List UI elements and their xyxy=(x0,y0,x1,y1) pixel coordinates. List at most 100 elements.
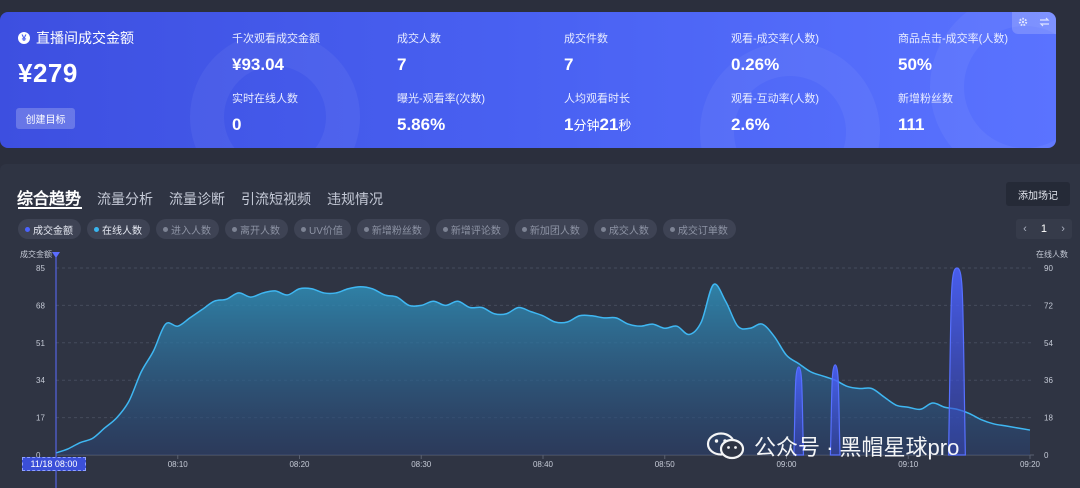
gmv-spike xyxy=(947,267,966,456)
cursor-handle-icon[interactable] xyxy=(52,252,60,258)
x-tick-label: 08:10 xyxy=(168,460,189,469)
legend-dot xyxy=(301,226,306,232)
swap-icon[interactable] xyxy=(1039,17,1050,30)
stat-label: 商品点击-成交率(人数) xyxy=(898,33,1008,45)
stat-label: 人均观看时长 xyxy=(564,93,630,105)
chip-new-fans[interactable]: 新增粉丝数 xyxy=(356,219,430,239)
card-corner-tools xyxy=(1012,12,1056,34)
stat-new-fans: 新增粉丝数 111 xyxy=(898,90,953,135)
chip-buyers[interactable]: 成交人数 xyxy=(593,219,657,239)
chip-label: 新加团人数 xyxy=(529,225,580,237)
stat-value: 2.6% xyxy=(731,115,770,134)
left-axis-ticks: 85685134170 xyxy=(36,264,45,460)
stat-label: 成交人数 xyxy=(397,33,441,45)
stat-label: 观看-成交率(人数) xyxy=(731,33,819,45)
right-tick-label: 90 xyxy=(1044,264,1053,273)
stat-online-now: 实时在线人数 0 xyxy=(232,90,298,135)
tab-short-video[interactable]: 引流短视频 xyxy=(241,189,311,209)
add-note-button[interactable]: 添加场记 xyxy=(1006,182,1070,206)
chip-leaving-users[interactable]: 离开人数 xyxy=(225,219,288,239)
chevron-left-icon[interactable]: ‹ xyxy=(1023,223,1027,235)
stat-value: 0.26% xyxy=(731,55,780,74)
chip-gmv[interactable]: 成交金额 xyxy=(18,219,81,239)
stat-label: 新增粉丝数 xyxy=(898,93,953,105)
left-tick-label: 34 xyxy=(36,376,45,385)
stat-label: 千次观看成交金额 xyxy=(232,33,320,45)
stat-value: 1分钟21秒 xyxy=(564,115,632,134)
active-tab-underline xyxy=(18,207,82,209)
right-tick-label: 0 xyxy=(1044,451,1049,460)
stat-gpm: 千次观看成交金额 ¥93.04 xyxy=(232,30,320,75)
stat-label: 曝光-观看率(次数) xyxy=(397,93,485,105)
chip-label: 进入人数 xyxy=(171,225,211,237)
chip-label: 成交金额 xyxy=(33,225,73,237)
stat-value: 0 xyxy=(232,115,242,134)
right-axis-ticks: 90 72 54 36 18 0 xyxy=(1044,264,1053,460)
legend-dot xyxy=(442,226,448,232)
create-goal-button[interactable]: 创建目标 xyxy=(16,108,75,129)
legend-dot xyxy=(363,226,369,232)
x-tick-label: 08:40 xyxy=(533,460,554,469)
trend-tabs: 综合趋势 流量分析 流量诊断 引流短视频 违规情况 xyxy=(17,185,383,209)
right-tick-label: 54 xyxy=(1044,339,1053,348)
stat-value: ¥93.04 xyxy=(232,55,284,74)
tab-violations[interactable]: 违规情况 xyxy=(327,189,383,209)
right-tick-label: 18 xyxy=(1044,414,1053,423)
right-tick-label: 72 xyxy=(1044,301,1053,310)
stat-value: 7 xyxy=(564,55,574,74)
chip-label: 新增粉丝数 xyxy=(371,225,422,237)
legend-dot xyxy=(163,226,168,232)
chip-online-users[interactable]: 在线人数 xyxy=(87,219,150,239)
right-axis-title: 在线人数 xyxy=(1036,249,1068,259)
chip-entering-users[interactable]: 进入人数 xyxy=(156,219,219,239)
legend-dot xyxy=(521,226,527,232)
stat-value: 50% xyxy=(898,55,933,74)
metric-chips: 成交金额 在线人数 进入人数 离开人数 UV价值 新增粉丝数 新增评论数 新加团… xyxy=(18,219,736,239)
chip-uv-value[interactable]: UV价值 xyxy=(294,219,351,239)
yuan-icon: ¥ xyxy=(18,32,30,44)
x-tick-label: 08:30 xyxy=(411,460,432,469)
page-number: 1 xyxy=(1040,223,1048,235)
series-layer xyxy=(55,267,1031,456)
chip-label: UV价值 xyxy=(309,225,343,237)
stat-value: 111 xyxy=(898,115,925,134)
chip-label: 成交人数 xyxy=(608,225,649,237)
chip-new-fan-group[interactable]: 新加团人数 xyxy=(514,219,588,239)
stat-label: 观看-互动率(人数) xyxy=(731,93,819,105)
x-tick-label: 08:20 xyxy=(289,460,310,469)
tab-overall-trend[interactable]: 综合趋势 xyxy=(17,185,81,209)
chip-label: 在线人数 xyxy=(102,225,142,237)
stat-avg-watch-time: 人均观看时长 1分钟21秒 xyxy=(564,90,631,135)
stat-items: 成交件数 7 xyxy=(564,30,608,75)
stat-click-conversion: 商品点击-成交率(人数) 50% xyxy=(898,30,1008,75)
chevron-right-icon[interactable]: › xyxy=(1061,223,1065,235)
main-metric-label: 直播间成交金额 xyxy=(36,30,134,46)
right-tick-label: 36 xyxy=(1044,376,1053,385)
chip-label: 新增评论数 xyxy=(450,225,501,237)
stat-value: 5.86% xyxy=(397,115,446,134)
tab-traffic-analysis[interactable]: 流量分析 xyxy=(97,189,153,209)
stat-buyers: 成交人数 7 xyxy=(397,30,441,75)
legend-dot xyxy=(232,226,237,232)
chip-orders[interactable]: 成交订单数 xyxy=(662,219,736,239)
gear-icon[interactable] xyxy=(1018,17,1028,30)
x-tick-label: 08:50 xyxy=(655,460,676,469)
chip-new-comments[interactable]: 新增评论数 xyxy=(435,219,509,239)
left-tick-label: 17 xyxy=(36,414,45,423)
stat-value: 7 xyxy=(397,55,407,74)
tab-traffic-diagnosis[interactable]: 流量诊断 xyxy=(169,189,225,209)
left-tick-label: 85 xyxy=(36,264,45,273)
stat-exposure-watch: 曝光-观看率(次数) 5.86% xyxy=(397,90,485,135)
main-metric-value: ¥279 xyxy=(18,58,78,88)
watermark: 公众号 · 黑帽星球pro xyxy=(706,430,959,462)
stat-label: 成交件数 xyxy=(564,33,608,45)
left-tick-label: 68 xyxy=(36,301,45,310)
start-time-badge[interactable]: 11/18 08:00 xyxy=(22,457,86,471)
left-tick-label: 51 xyxy=(36,339,45,348)
wechat-icon xyxy=(706,432,745,460)
kpi-card: ¥ 直播间成交金额 ¥279 创建目标 千次观看成交金额 ¥93.04 成交人数… xyxy=(0,12,1056,148)
x-tick-label: 09:20 xyxy=(1020,460,1041,469)
legend-dot xyxy=(600,226,606,232)
legend-dot xyxy=(94,226,99,232)
chip-label: 离开人数 xyxy=(240,225,280,237)
